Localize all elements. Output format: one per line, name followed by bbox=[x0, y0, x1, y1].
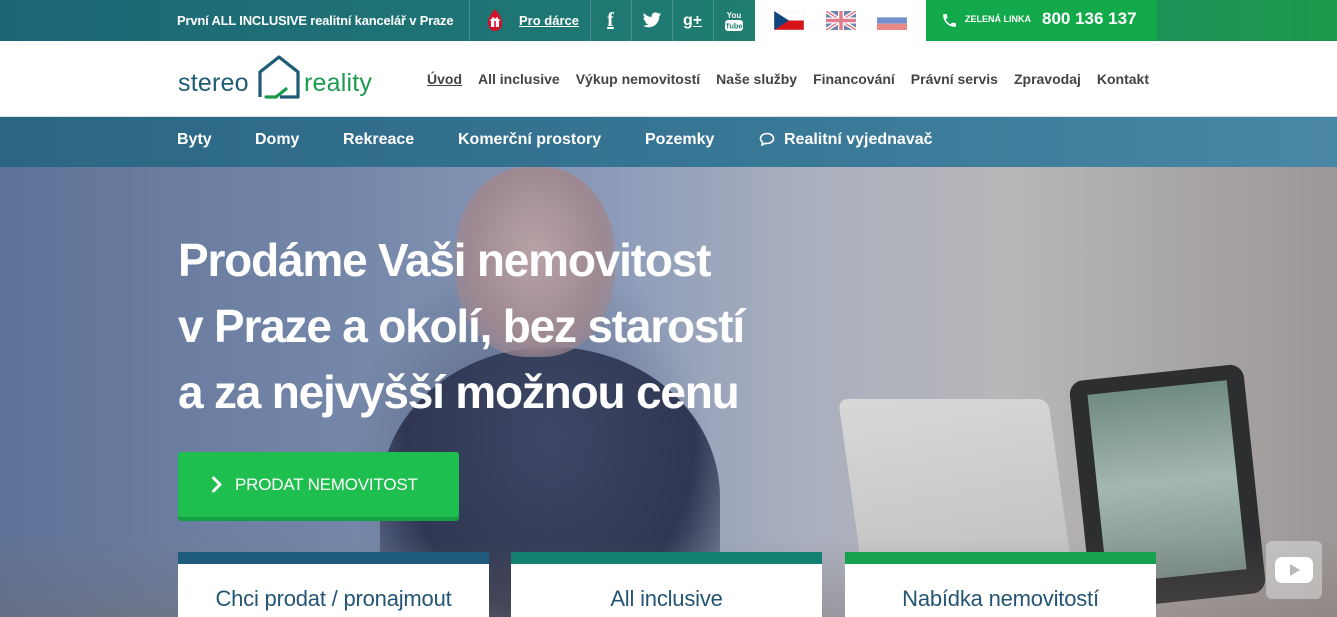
category-pozemky[interactable]: Pozemky bbox=[645, 117, 714, 163]
category-rekreace[interactable]: Rekreace bbox=[343, 117, 414, 163]
top-bar: První ALL INCLUSIVE realitní kancelář v … bbox=[0, 0, 1337, 41]
logo-word-reality: reality bbox=[304, 69, 373, 97]
card-top-bar bbox=[511, 552, 822, 564]
nav-item-pravni-servis[interactable]: Právní servis bbox=[911, 71, 998, 87]
phone-icon bbox=[943, 14, 956, 27]
category-bar: Byty Domy Rekreace Komerční prostory Poz… bbox=[0, 117, 1337, 167]
en-flag-icon[interactable] bbox=[826, 11, 856, 30]
card-top-bar bbox=[845, 552, 1156, 564]
svg-text:You: You bbox=[726, 11, 741, 20]
nav-item-financovani[interactable]: Financování bbox=[813, 71, 895, 87]
google-plus-icon[interactable]: g+ bbox=[672, 0, 713, 41]
ru-flag-icon[interactable] bbox=[877, 11, 907, 30]
category-domy[interactable]: Domy bbox=[255, 117, 299, 163]
divider bbox=[469, 0, 470, 41]
hero-headline-line: v Praze a okolí, bez starostí bbox=[178, 300, 745, 352]
hero-headline-line: a za nejvyšší možnou cenu bbox=[178, 366, 740, 418]
donor-link[interactable]: Pro dárce bbox=[519, 0, 579, 41]
svg-text:Tube: Tube bbox=[725, 21, 742, 30]
card-top-bar bbox=[178, 552, 489, 564]
hotline-label: ZELENÁ LINKA bbox=[965, 14, 1031, 24]
card-chci-prodat[interactable]: Chci prodat / pronajmout bbox=[178, 552, 489, 617]
youtube-icon[interactable]: You Tube bbox=[713, 0, 754, 41]
nav-item-vykup[interactable]: Výkup nemovitostí bbox=[576, 71, 700, 87]
card-nabidka-nemovitosti[interactable]: Nabídka nemovitostí bbox=[845, 552, 1156, 617]
chevron-right-icon bbox=[212, 476, 222, 493]
hero-headline: Prodáme Vaši nemovitost v Praze a okolí,… bbox=[178, 227, 798, 425]
sell-property-button[interactable]: PRODAT NEMOVITOST bbox=[178, 452, 459, 517]
card-title: Nabídka nemovitostí bbox=[902, 586, 1099, 611]
main-navigation: Úvod All inclusive Výkup nemovitostí Naš… bbox=[427, 41, 1165, 117]
nav-item-sluzby[interactable]: Naše služby bbox=[716, 71, 797, 87]
tagline: První ALL INCLUSIVE realitní kancelář v … bbox=[177, 13, 454, 28]
nav-item-kontakt[interactable]: Kontakt bbox=[1097, 71, 1149, 87]
hotline-number[interactable]: 800 136 137 bbox=[1042, 0, 1137, 38]
nav-item-uvod[interactable]: Úvod bbox=[427, 71, 462, 87]
category-byty[interactable]: Byty bbox=[177, 117, 212, 163]
twitter-icon[interactable] bbox=[631, 0, 672, 41]
category-komercni-prostory[interactable]: Komerční prostory bbox=[458, 117, 601, 163]
youtube-play-icon bbox=[1275, 557, 1313, 583]
sell-property-label: PRODAT NEMOVITOST bbox=[235, 475, 418, 494]
category-realitni-vyjednavac[interactable]: Realitní vyjednavač bbox=[784, 117, 933, 163]
site-header: stereo reality Úvod All inclusive Výkup … bbox=[0, 41, 1337, 117]
chat-bubble-icon bbox=[759, 132, 775, 146]
hero-banner: Prodáme Vaši nemovitost v Praze a okolí,… bbox=[0, 167, 1337, 617]
house-icon bbox=[258, 55, 300, 99]
video-play-button[interactable] bbox=[1266, 541, 1322, 599]
logo-word-stereo: stereo bbox=[178, 69, 249, 97]
gift-icon[interactable] bbox=[483, 8, 507, 32]
card-title: Chci prodat / pronajmout bbox=[215, 586, 452, 611]
cz-flag-icon[interactable] bbox=[774, 11, 804, 30]
hero-headline-line: Prodáme Vaši nemovitost bbox=[178, 234, 711, 286]
nav-item-all-inclusive[interactable]: All inclusive bbox=[478, 71, 560, 87]
card-all-inclusive[interactable]: All inclusive bbox=[511, 552, 822, 617]
hotline[interactable]: ZELENÁ LINKA 800 136 137 bbox=[926, 0, 1157, 41]
site-logo[interactable]: stereo reality bbox=[178, 51, 388, 103]
nav-item-zpravodaj[interactable]: Zpravodaj bbox=[1014, 71, 1081, 87]
card-title: All inclusive bbox=[610, 586, 723, 611]
facebook-icon[interactable]: f bbox=[590, 0, 631, 41]
